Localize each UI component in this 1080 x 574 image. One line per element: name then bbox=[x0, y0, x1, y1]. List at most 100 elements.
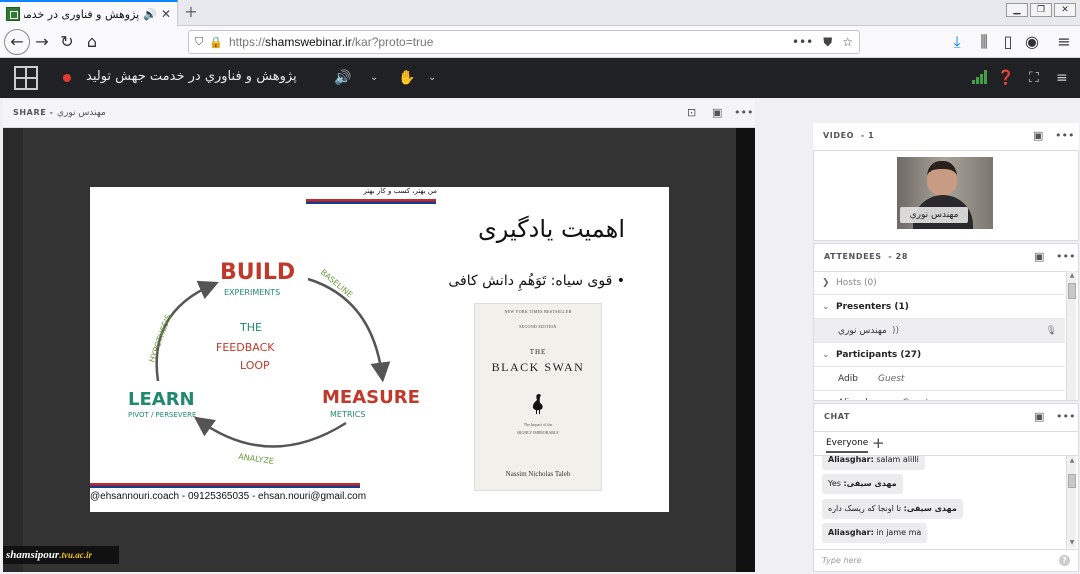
scroll-thumb[interactable] bbox=[1068, 474, 1076, 488]
url-text[interactable]: https://shamswebinar.ir/kar?proto=true bbox=[229, 35, 786, 49]
lock-icon[interactable]: 🔒 bbox=[209, 36, 223, 49]
minimize-icon[interactable]: ▁ bbox=[1006, 3, 1028, 17]
reload-icon[interactable]: ↻ bbox=[57, 32, 77, 52]
pod-options-icon[interactable]: ••• bbox=[734, 106, 753, 119]
chevron-down-icon[interactable]: ⌄ bbox=[370, 68, 378, 88]
library-icon[interactable]: ⫼ bbox=[974, 32, 994, 52]
fullscreen-icon[interactable]: ⛶ bbox=[1029, 68, 1039, 88]
pocket-icon[interactable]: ⛊ bbox=[823, 35, 832, 50]
swan-icon bbox=[532, 394, 543, 414]
attendee-row-presenter[interactable]: مهندس نوري )) 🎙 bbox=[814, 319, 1065, 343]
chat-scrollbar[interactable]: ▲ ▼ bbox=[1066, 456, 1076, 548]
chat-pod-header: CHAT ▣ ••• bbox=[814, 404, 1078, 432]
speaker-icon[interactable]: 🔊 bbox=[143, 8, 157, 21]
scroll-thumb[interactable] bbox=[1068, 283, 1076, 299]
shield-icon[interactable]: ⛉ bbox=[195, 35, 203, 49]
loop-center-loop: LOOP bbox=[240, 359, 270, 372]
book-title: BLACK SWAN bbox=[491, 360, 585, 374]
slide-title: اهمیت یادگیری bbox=[477, 215, 625, 243]
recording-indicator-icon bbox=[63, 74, 71, 82]
speaking-icon: )) bbox=[892, 326, 900, 336]
share-pod-header: SHARE - مهندس نوري ⊡ ▣ ••• bbox=[3, 100, 755, 128]
slide-footer-contact: @ehsannouri.coach - 09125365035 - ehsan.… bbox=[90, 491, 367, 502]
page-actions-icon[interactable]: ••• bbox=[792, 35, 813, 50]
address-bar[interactable]: ⛉ 🔒 https://shamswebinar.ir/kar?proto=tr… bbox=[188, 30, 860, 54]
connection-signal-icon bbox=[972, 70, 987, 84]
bookmark-star-icon[interactable]: ☆ bbox=[842, 35, 853, 50]
book-author: Nassim Nicholas Taleb bbox=[505, 470, 571, 478]
account-icon[interactable]: ◉ bbox=[1022, 32, 1042, 52]
help-icon[interactable]: ❓ bbox=[997, 68, 1014, 88]
attendee-name: Adib bbox=[838, 374, 858, 384]
scroll-up-icon[interactable]: ▲ bbox=[1067, 456, 1077, 466]
fit-width-icon[interactable]: ⊡ bbox=[687, 106, 696, 119]
pod-options-icon[interactable]: ••• bbox=[1056, 250, 1075, 263]
attendee-group-presenters[interactable]: ⌄ Presenters (1) bbox=[814, 295, 1065, 319]
chat-tabs: Everyone + bbox=[814, 434, 1078, 456]
scroll-down-icon[interactable]: ▼ bbox=[1067, 538, 1077, 548]
home-icon[interactable]: ⌂ bbox=[82, 32, 102, 52]
slide-top-bar bbox=[306, 199, 436, 204]
speaker-volume-icon[interactable]: 🔊 bbox=[334, 68, 351, 88]
share-scroll-area bbox=[736, 128, 755, 572]
loop-baseline-label: BASELINE bbox=[319, 268, 355, 300]
slide-tagline: من بهتر، کسب و کار بهتر bbox=[363, 187, 437, 195]
arrow-measure-to-learn bbox=[193, 416, 347, 448]
attendee-name: Aliasghar bbox=[838, 391, 880, 400]
chevron-right-icon: ❯ bbox=[822, 278, 830, 288]
restore-icon[interactable]: ❐ bbox=[1030, 3, 1052, 17]
attendee-name: مهندس نوري bbox=[838, 326, 887, 336]
forward-arrow-icon[interactable]: → bbox=[32, 32, 52, 52]
site-watermark: shamsipour.tvu.ac.ir bbox=[3, 546, 119, 564]
pod-options-icon[interactable]: ••• bbox=[1056, 410, 1075, 423]
menu-hamburger-icon[interactable]: ≡ bbox=[1054, 32, 1074, 52]
book-subtitle-1: The Impact of the bbox=[523, 422, 553, 427]
attendee-group-hosts[interactable]: ❯ Hosts (0) bbox=[814, 271, 1065, 295]
raise-hand-icon[interactable]: ✋ bbox=[398, 68, 415, 88]
book-bestseller-label: NEW YORK TIMES BESTSELLER bbox=[504, 309, 572, 314]
pod-maximize-icon[interactable]: ▣ bbox=[1034, 250, 1044, 263]
pod-maximize-icon[interactable]: ▣ bbox=[712, 106, 722, 119]
chat-message: مهدی سیفی: Yes bbox=[822, 474, 903, 494]
book-edition-label: SECOND EDITION bbox=[519, 324, 557, 329]
chevron-down-icon[interactable]: ⌄ bbox=[428, 68, 436, 88]
pod-maximize-icon[interactable]: ▣ bbox=[1033, 129, 1043, 142]
app-header: پژوهش و فناوري در خدمت جهش توليد 🔊 ⌄ ✋ ⌄… bbox=[0, 58, 1080, 98]
browser-tab-bar: پژوهش و فناوری در خدمت جهش تولید 🔊 ✕ + ▁… bbox=[0, 0, 1080, 26]
browser-tab[interactable]: پژوهش و فناوری در خدمت جهش تولید 🔊 ✕ bbox=[0, 0, 178, 26]
scroll-up-icon[interactable]: ▲ bbox=[1067, 271, 1077, 281]
share-pod-title: SHARE - مهندس نوري bbox=[13, 108, 106, 118]
help-icon[interactable]: ? bbox=[1059, 555, 1070, 566]
loop-hypothesis-label: HYPOTHESIS bbox=[147, 313, 173, 364]
pod-options-icon[interactable]: ••• bbox=[1055, 129, 1074, 142]
back-arrow-icon[interactable]: ← bbox=[4, 29, 30, 55]
download-icon[interactable]: ⤓ bbox=[947, 32, 967, 52]
close-tab-icon[interactable]: ✕ bbox=[161, 7, 171, 21]
chevron-down-icon: ⌄ bbox=[822, 350, 830, 360]
chat-message: Aliasghar: salam alilli bbox=[822, 456, 925, 470]
attendees-scrollbar[interactable]: ▲ bbox=[1066, 271, 1077, 400]
sidebar-icon[interactable]: ▯ bbox=[998, 32, 1018, 52]
slide-bullet: • قوی سیاه: تَوَهُمِ دانش کافی bbox=[448, 273, 625, 289]
loop-center-feedback: FEEDBACK bbox=[216, 341, 275, 354]
window-close-icon[interactable]: ✕ bbox=[1054, 3, 1076, 17]
loop-metrics-label: METRICS bbox=[330, 410, 365, 419]
attendees-pod-header: ATTENDEES - 28 ▣ ••• bbox=[814, 244, 1078, 272]
attendee-group-participants[interactable]: ⌄ Participants (27) bbox=[814, 343, 1065, 367]
app-menu-icon[interactable]: ≡ bbox=[1056, 68, 1068, 88]
chat-message: مهدی سیفی: تا اونجا که ریسک داره bbox=[822, 499, 963, 519]
attendee-row[interactable]: Adib Guest bbox=[814, 367, 1065, 391]
webcam-video-feed[interactable]: مهندس نوري bbox=[897, 157, 993, 229]
site-favicon-icon bbox=[6, 7, 20, 21]
chat-tab-everyone[interactable]: Everyone bbox=[826, 438, 869, 453]
loop-learn-label: LEARN bbox=[128, 389, 195, 410]
browser-nav-bar: ← → ↻ ⌂ ⛉ 🔒 https://shamswebinar.ir/kar?… bbox=[0, 26, 1080, 58]
chat-input[interactable]: Type here ? bbox=[814, 549, 1078, 571]
new-tab-icon[interactable]: + bbox=[182, 3, 200, 21]
add-chat-tab-icon[interactable]: + bbox=[872, 434, 885, 452]
loop-build-label: BUILD bbox=[220, 260, 295, 285]
attendee-role: Guest bbox=[878, 374, 905, 384]
attendee-row[interactable]: Aliasghar Guest bbox=[814, 391, 1065, 400]
layout-gap bbox=[756, 98, 812, 574]
pod-maximize-icon[interactable]: ▣ bbox=[1034, 410, 1044, 423]
